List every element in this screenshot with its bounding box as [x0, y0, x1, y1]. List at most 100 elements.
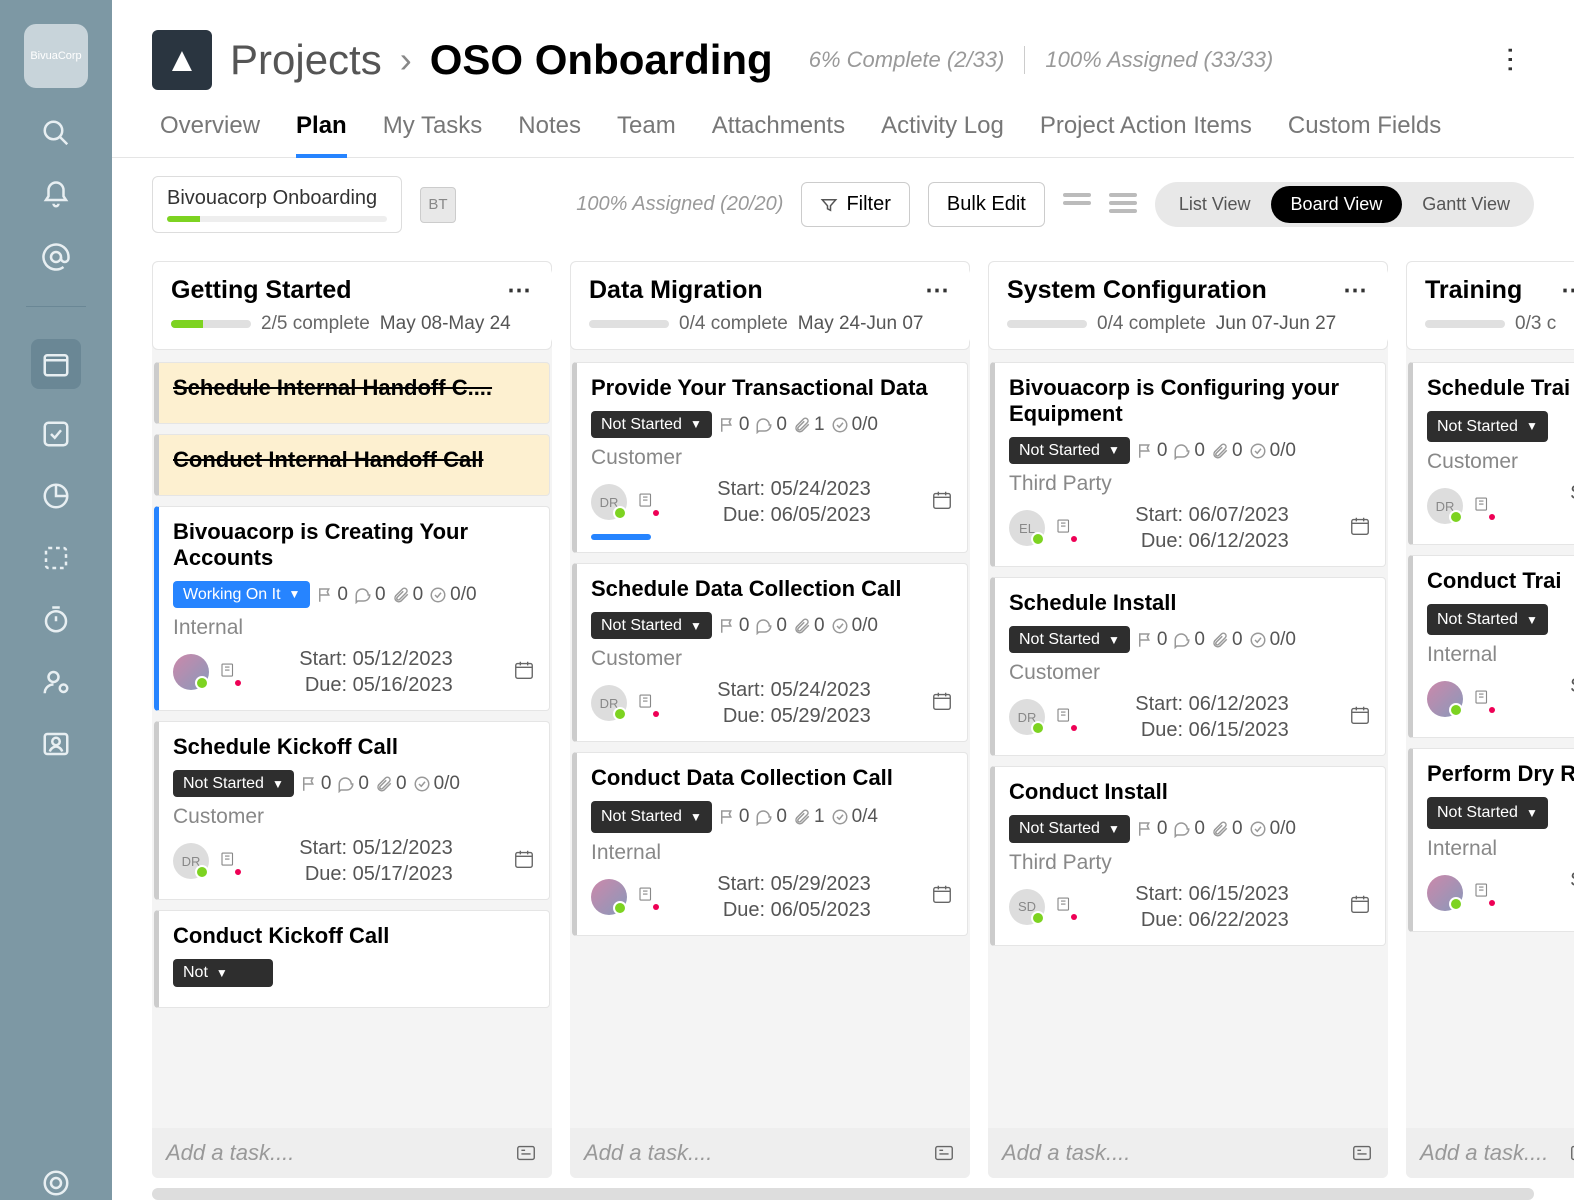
meta-divider [1024, 46, 1025, 74]
status-badge[interactable]: Not▼ [173, 959, 273, 986]
checklist-icon: 0/0 [429, 584, 476, 606]
column-menu-icon[interactable]: ⋯ [1561, 276, 1574, 305]
tab-team[interactable]: Team [617, 112, 676, 157]
avatar[interactable] [173, 654, 209, 690]
column-progress-bar [171, 320, 251, 328]
milestone-chip[interactable]: Bivouacorp Onboarding [152, 176, 402, 233]
horizontal-scrollbar[interactable] [152, 1188, 1534, 1200]
task-card[interactable]: Schedule Install Not Started▼0 0 0 0/0 C… [990, 577, 1386, 756]
avatar[interactable]: DR [591, 685, 627, 721]
list-view-button[interactable]: List View [1159, 186, 1271, 223]
more-menu-icon[interactable]: ⋯ [1495, 37, 1528, 83]
user-settings-icon[interactable] [39, 665, 73, 699]
templates-icon[interactable] [39, 541, 73, 575]
status-badge[interactable]: Not Started▼ [1009, 437, 1130, 464]
calendar-icon[interactable] [1349, 704, 1371, 731]
task-card[interactable]: Conduct Internal Handoff Call [154, 434, 550, 496]
column-header: System Configuration⋯ 0/4 complete Jun 0… [988, 261, 1388, 350]
help-icon[interactable] [39, 1166, 73, 1200]
add-task-input[interactable]: Add a task.... [988, 1128, 1388, 1178]
breadcrumb-root[interactable]: Projects [230, 36, 382, 84]
column-progress-text: 0/4 complete [679, 313, 788, 335]
comment-icon: 0 [354, 584, 386, 606]
calendar-icon[interactable] [1349, 515, 1371, 542]
avatar[interactable] [1427, 681, 1463, 717]
tasks-icon[interactable] [39, 417, 73, 451]
timer-icon[interactable] [39, 603, 73, 637]
task-card[interactable]: Schedule Data Collection Call Not Starte… [572, 563, 968, 742]
tab-custom-fields[interactable]: Custom Fields [1288, 112, 1441, 157]
task-card[interactable]: Provide Your Transactional Data Not Star… [572, 362, 968, 553]
tab-attachments[interactable]: Attachments [712, 112, 845, 157]
task-card[interactable]: Schedule Internal Handoff C.... [154, 362, 550, 424]
task-card[interactable]: Schedule Kickoff Call Not Started▼0 0 0 … [154, 721, 550, 900]
notifications-icon[interactable] [39, 178, 73, 212]
board-view-button[interactable]: Board View [1271, 186, 1403, 223]
status-badge[interactable]: Working On It▼ [173, 581, 310, 608]
task-card[interactable]: Bivouacorp is Configuring your Equipment… [990, 362, 1386, 567]
compact-view-icon[interactable] [1063, 193, 1091, 217]
calendar-icon[interactable] [931, 883, 953, 910]
avatar[interactable]: SD [1009, 889, 1045, 925]
status-badge[interactable]: Not Started▼ [1009, 815, 1130, 842]
task-card[interactable]: Perform Dry R Not Started▼ Internal StD [1408, 748, 1574, 931]
breadcrumb: ▲ Projects › OSO Onboarding 6% Complete … [152, 30, 1534, 90]
avatar[interactable]: DR [591, 484, 627, 520]
tab-plan[interactable]: Plan [296, 112, 347, 158]
complete-status: 6% Complete (2/33) [809, 47, 1005, 73]
status-badge[interactable]: Not Started▼ [591, 612, 712, 639]
search-icon[interactable] [39, 116, 73, 150]
task-card[interactable]: Schedule Trai Not Started▼ Customer DR S… [1408, 362, 1574, 545]
bulk-edit-button[interactable]: Bulk Edit [928, 182, 1045, 227]
list-style-icon[interactable] [1109, 193, 1137, 217]
mentions-icon[interactable] [39, 240, 73, 274]
task-card[interactable]: Conduct Kickoff Call Not▼ [154, 910, 550, 1007]
contacts-icon[interactable] [39, 727, 73, 761]
card-title: Bivouacorp is Configuring your Equipment [1009, 375, 1371, 427]
task-card[interactable]: Bivouacorp is Creating Your Accounts Wor… [154, 506, 550, 711]
org-logo[interactable]: BivuaCorp [24, 24, 88, 88]
calendar-icon[interactable] [513, 659, 535, 686]
add-task-input[interactable]: Add a task.... [152, 1128, 552, 1178]
avatar[interactable]: DR [1009, 699, 1045, 735]
status-badge[interactable]: Not Started▼ [1427, 604, 1548, 635]
column-menu-icon[interactable]: ⋯ [925, 276, 951, 305]
column-menu-icon[interactable]: ⋯ [1343, 276, 1369, 305]
assigned-status: 100% Assigned (33/33) [1045, 47, 1273, 73]
tab-notes[interactable]: Notes [518, 112, 581, 157]
filter-label: Filter [846, 193, 890, 216]
avatar[interactable]: DR [173, 843, 209, 879]
status-badge[interactable]: Not Started▼ [591, 411, 712, 438]
gantt-view-button[interactable]: Gantt View [1402, 186, 1530, 223]
status-badge[interactable]: Not Started▼ [1427, 797, 1548, 828]
status-badge[interactable]: Not Started▼ [1427, 411, 1548, 442]
tab-project-action-items[interactable]: Project Action Items [1040, 112, 1252, 157]
calendar-icon[interactable] [513, 848, 535, 875]
reports-icon[interactable] [39, 479, 73, 513]
add-task-input[interactable]: Add a task.... [570, 1128, 970, 1178]
status-badge[interactable]: Not Started▼ [1009, 626, 1130, 653]
filter-button[interactable]: Filter [801, 182, 909, 227]
calendar-icon[interactable] [931, 489, 953, 516]
card-dates: Start: 05/29/2023Due: 06/05/2023 [717, 871, 870, 923]
avatar[interactable] [1427, 875, 1463, 911]
column-menu-icon[interactable]: ⋯ [507, 276, 533, 305]
task-card[interactable]: Conduct Install Not Started▼0 0 0 0/0 Th… [990, 766, 1386, 945]
header: ▲ Projects › OSO Onboarding 6% Complete … [112, 0, 1574, 90]
calendar-icon[interactable] [1349, 893, 1371, 920]
tab-overview[interactable]: Overview [160, 112, 260, 157]
calendar-icon[interactable] [931, 690, 953, 717]
milestone-owner-avatar[interactable]: BT [420, 187, 456, 223]
status-badge[interactable]: Not Started▼ [591, 801, 712, 832]
avatar[interactable] [591, 879, 627, 915]
task-card[interactable]: Conduct Trai Not Started▼ Internal StD [1408, 555, 1574, 738]
avatar[interactable]: EL [1009, 510, 1045, 546]
add-task-input[interactable]: Add a task.... [1406, 1128, 1574, 1178]
status-badge[interactable]: Not Started▼ [173, 770, 294, 797]
tab-my-tasks[interactable]: My Tasks [383, 112, 483, 157]
avatar[interactable]: DR [1427, 488, 1463, 524]
tab-activity-log[interactable]: Activity Log [881, 112, 1004, 157]
task-card[interactable]: Conduct Data Collection Call Not Started… [572, 752, 968, 935]
checklist-icon: 0/0 [831, 414, 878, 436]
projects-icon[interactable] [31, 339, 81, 389]
